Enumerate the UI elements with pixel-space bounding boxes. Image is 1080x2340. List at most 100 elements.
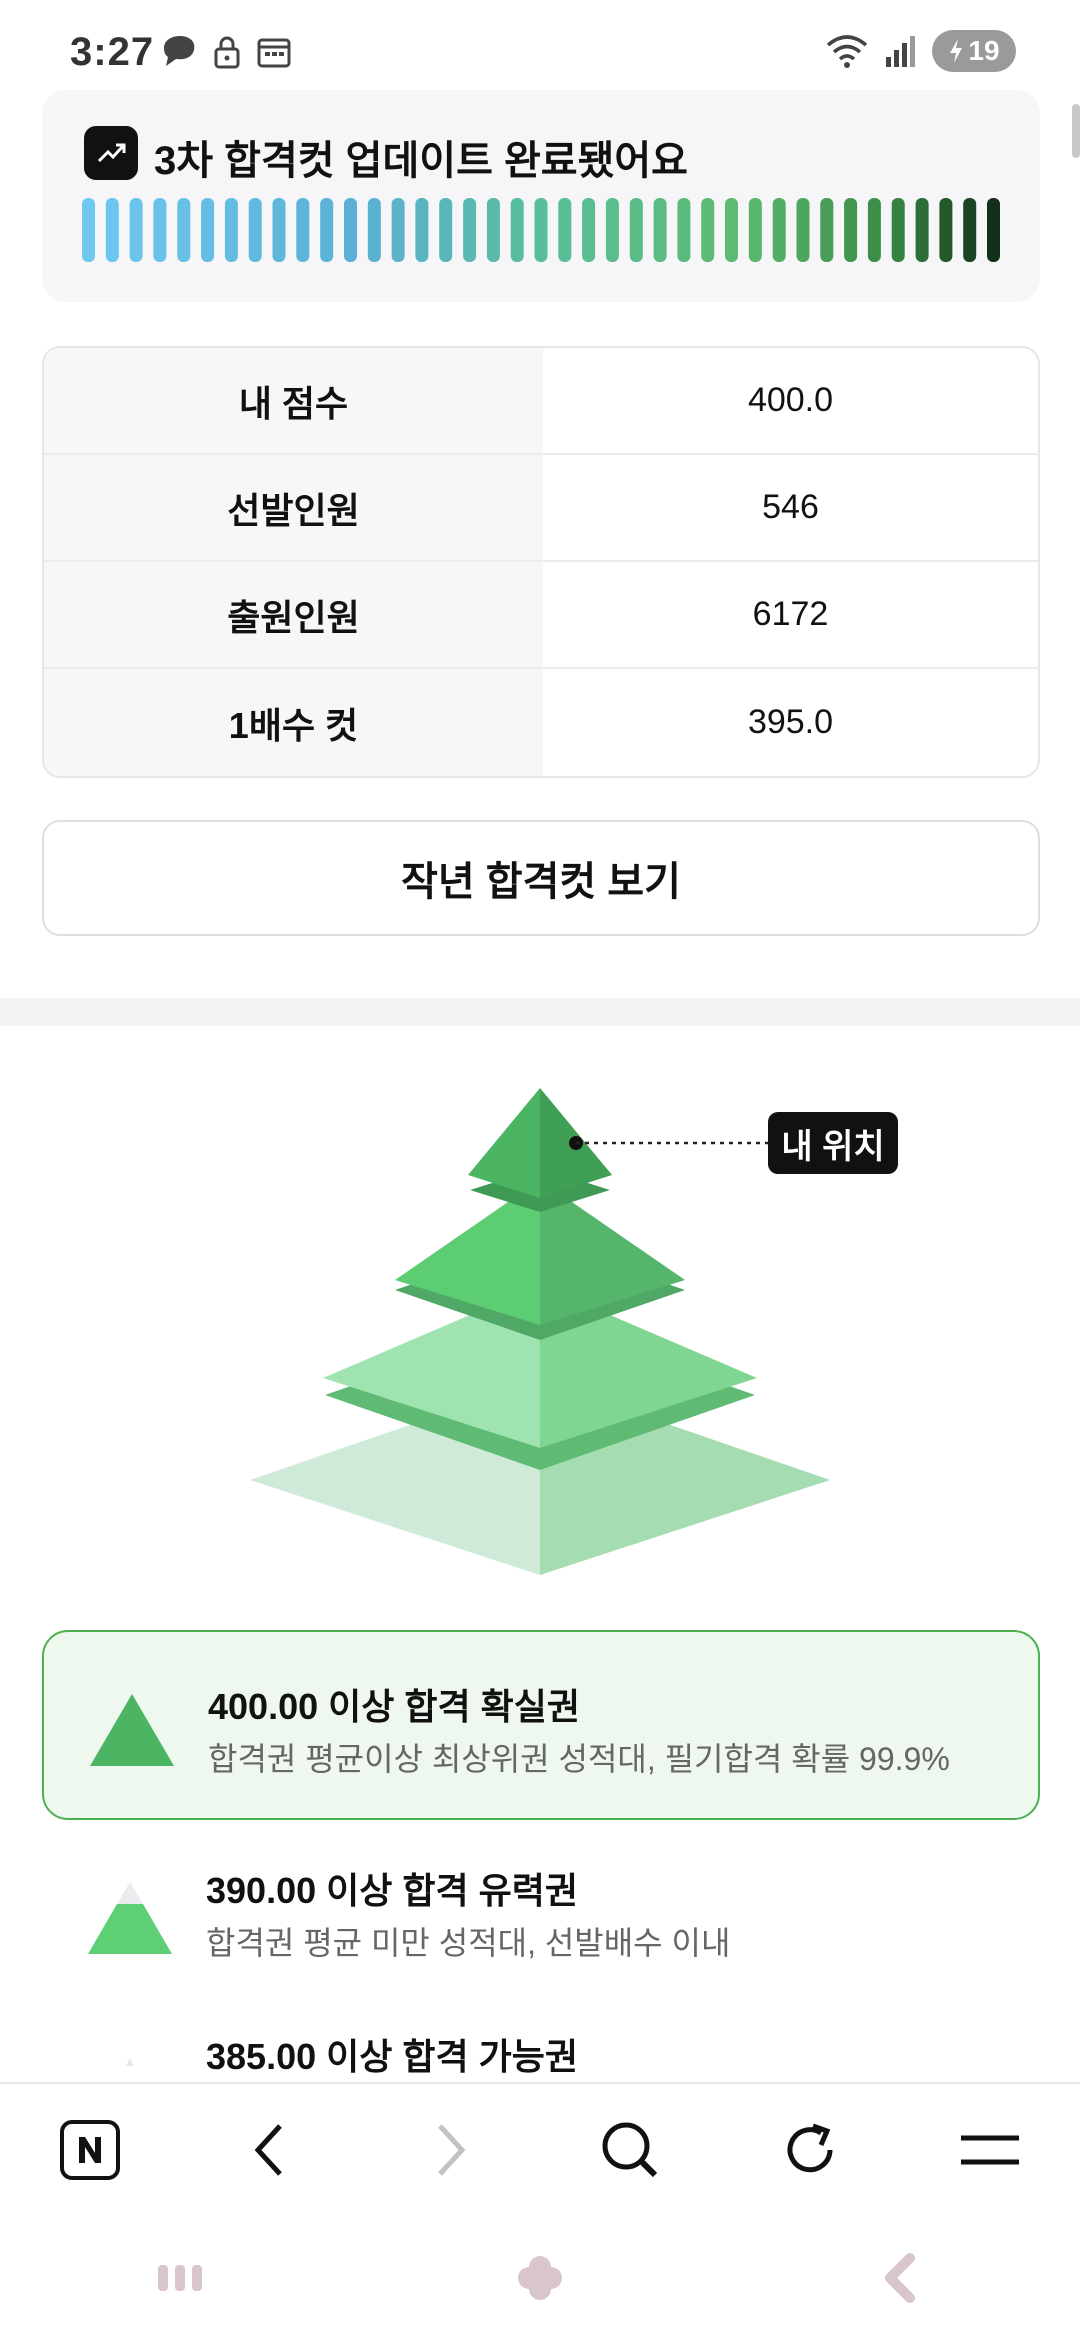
progress-bar-segment	[153, 198, 167, 262]
progress-bar-segment	[987, 198, 1000, 262]
progress-bar-segment	[201, 198, 215, 262]
progress-bar-segment	[272, 198, 286, 262]
my-position-label: 내 위치	[768, 1112, 898, 1174]
tier-item-possible[interactable]: 385.00 이상 합격 가능권	[42, 2010, 1040, 2080]
progress-bar-segment	[320, 198, 334, 262]
tier-pyramid-icon	[88, 1882, 172, 1954]
back-arrow-icon	[885, 2253, 915, 2303]
home-button[interactable]	[480, 2238, 600, 2318]
score-value: 6172	[752, 595, 829, 633]
progress-bar-segment	[844, 198, 858, 262]
search-icon	[602, 2122, 658, 2178]
progress-bar-segment	[582, 198, 596, 262]
signal-icon	[886, 36, 915, 67]
progress-bar-segment	[796, 198, 810, 262]
score-row: 내 점수 400.0	[44, 348, 1038, 455]
progress-bar-segment	[105, 198, 119, 262]
progress-bar-segment	[963, 198, 977, 262]
status-notification-icons	[158, 34, 292, 70]
score-row: 선발인원 546	[44, 455, 1038, 562]
search-button[interactable]	[570, 2095, 690, 2205]
progress-bar-segment	[415, 198, 429, 262]
charging-icon	[950, 39, 963, 63]
pyramid-tier-1	[468, 1088, 540, 1198]
status-right-icons: 19	[824, 30, 1016, 72]
progress-bar-segment	[296, 198, 310, 262]
progress-bar-segment	[439, 198, 453, 262]
calendar-icon	[257, 38, 291, 68]
score-value: 400.0	[747, 381, 834, 419]
tier-item-likely[interactable]: 390.00 이상 합격 유력권 합격권 평균 미만 성적대, 선발배수 이내	[42, 1840, 1040, 1990]
chevron-left-icon	[254, 2124, 282, 2176]
status-time: 3:27	[70, 30, 155, 74]
system-back-button[interactable]	[840, 2238, 960, 2318]
progress-bar-segment	[344, 198, 357, 262]
forward-button[interactable]	[390, 2095, 510, 2205]
score-label: 선발인원	[44, 455, 543, 560]
progress-bar-segment	[701, 198, 715, 262]
score-label: 1배수 컷	[44, 669, 543, 776]
tier-pyramid-icon	[90, 1694, 174, 1766]
score-row: 1배수 컷 395.0	[44, 669, 1038, 776]
tier-pyramid-icon	[126, 2058, 134, 2066]
progress-bar-segment	[915, 198, 929, 262]
refresh-icon	[787, 2123, 833, 2173]
score-value: 546	[762, 488, 819, 526]
system-nav-bar	[0, 2216, 1080, 2340]
score-table: 내 점수 400.0 선발인원 546 출원인원 6172 1배수 컷 395.…	[42, 346, 1040, 778]
progress-bar-segment	[820, 198, 834, 262]
naver-n-icon	[60, 2120, 120, 2180]
rank-pyramid	[250, 1088, 830, 1575]
progress-bar-segment	[629, 198, 643, 262]
home-flower-icon	[518, 2256, 562, 2300]
browser-bottom-nav	[0, 2082, 1080, 2216]
progress-bar-segment	[748, 198, 762, 262]
battery-indicator: 19	[932, 30, 1016, 72]
chat-bubble-icon	[164, 36, 195, 66]
progress-bar-segment	[867, 198, 881, 262]
progress-gradient-bars	[82, 198, 1000, 262]
progress-bar-segment	[772, 198, 786, 262]
progress-bar-segment	[891, 198, 905, 262]
update-title: 3차 합격컷 업데이트 완료됐어요	[154, 139, 688, 183]
score-value: 395.0	[747, 703, 834, 741]
score-label: 출원인원	[44, 562, 543, 667]
progress-bar-segment	[367, 198, 381, 262]
refresh-button[interactable]	[750, 2095, 870, 2205]
tier-title: 400.00 이상 합격 확실권	[208, 1686, 580, 1727]
scrollbar[interactable]	[1072, 104, 1080, 158]
tier-title: 390.00 이상 합격 유력권	[206, 1870, 578, 1911]
progress-bar-segment	[534, 198, 548, 262]
progress-bar-segment	[653, 198, 667, 262]
progress-bar-segment	[224, 198, 238, 262]
progress-bar-segment	[82, 198, 95, 262]
progress-bar-segment	[129, 198, 143, 262]
naver-home-button[interactable]	[30, 2095, 150, 2205]
progress-bar-segment	[558, 198, 572, 262]
progress-bar-segment	[177, 198, 191, 262]
progress-bar-segment	[677, 198, 691, 262]
update-banner: 3차 합격컷 업데이트 완료됐어요	[42, 90, 1040, 302]
hamburger-menu-icon	[961, 2135, 1019, 2165]
tier-item-certain[interactable]: 400.00 이상 합격 확실권 합격권 평균이상 최상위권 성적대, 필기합격…	[42, 1630, 1040, 1820]
progress-bar-segment	[510, 198, 524, 262]
wifi-icon	[826, 35, 868, 68]
view-last-year-cut-button[interactable]: 작년 합격컷 보기	[42, 820, 1040, 936]
status-bar: 3:27 19	[0, 0, 1080, 96]
progress-bar-segment	[463, 198, 477, 262]
score-row: 출원인원 6172	[44, 562, 1038, 669]
trend-up-icon	[84, 126, 138, 180]
score-label: 내 점수	[44, 348, 543, 453]
menu-button[interactable]	[930, 2095, 1050, 2205]
recent-apps-button[interactable]	[120, 2238, 240, 2318]
chevron-right-icon	[438, 2124, 466, 2176]
section-divider	[0, 998, 1080, 1026]
lock-icon	[214, 36, 240, 69]
tier-description: 합격권 평균이상 최상위권 성적대, 필기합격 확률 99.9%	[208, 1741, 950, 1777]
progress-bar-segment	[725, 198, 738, 262]
progress-bar-segment	[939, 198, 953, 262]
battery-level: 19	[968, 35, 1000, 66]
progress-bar-segment	[605, 198, 619, 262]
tier-description: 합격권 평균 미만 성적대, 선발배수 이내	[206, 1925, 731, 1961]
back-button[interactable]	[210, 2095, 330, 2205]
